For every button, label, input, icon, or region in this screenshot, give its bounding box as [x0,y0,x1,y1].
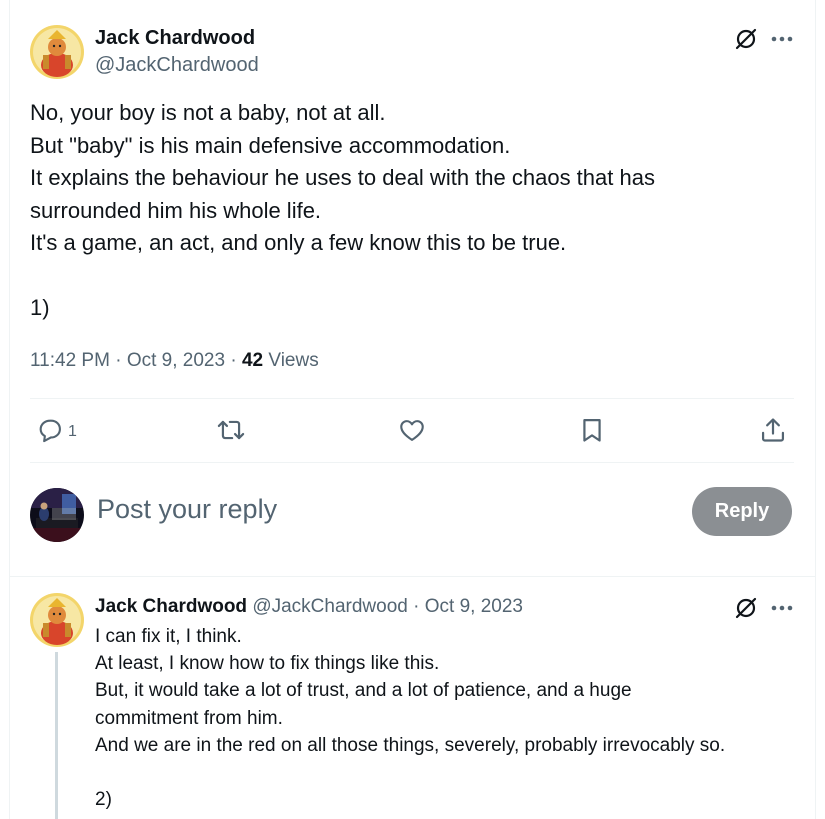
reply-text-line: I can fix it, I think. [95,626,242,647]
author-name[interactable]: Jack Chardwood [95,27,255,50]
bookmark-icon [578,416,606,449]
post-time[interactable]: 11:42 PM [30,350,110,371]
divider [30,398,794,399]
reply-button[interactable]: Reply [692,487,792,536]
more-options-icon[interactable] [767,26,797,52]
divider [30,462,794,463]
reply-text-line: At least, I know how to fix things like … [95,653,440,675]
bookmark-action[interactable] [578,412,606,452]
reply-text: I can fix it, I think. At least, I know … [95,623,725,813]
post-text-line: No, your boy is not a baby, not at all. [30,100,386,125]
post-text-line: surrounded him his whole life. [30,197,322,223]
post-text: No, your boy is not a baby, not at all. … [30,97,800,325]
grok-icon[interactable] [733,26,759,52]
reply-text-line: But, it would take a lot of trust, and a… [95,680,632,702]
thread-connector [55,652,58,819]
reply-count: 1 [68,423,77,440]
meta-separator: · [230,350,237,371]
like-icon [398,416,426,449]
reply-author-handle[interactable]: @JackChardwood [252,596,408,617]
views-label: Views [268,350,319,371]
post-date[interactable]: Oct 9, 2023 [127,350,225,371]
grok-icon[interactable] [733,595,759,621]
section-divider [9,576,816,577]
post-text-line: It's a game, an act, and only a few know… [30,230,567,255]
reply-text-line: commitment from him. [95,707,283,729]
reply-text-line: 2) [95,789,112,811]
post-text-line: 1) [30,295,50,320]
like-action[interactable] [398,412,426,452]
reply-icon [36,416,64,449]
reply-input[interactable]: Post your reply [97,494,277,525]
reply-action[interactable]: 1 [36,412,77,452]
post-text-line: It explains the behaviour he uses to dea… [30,165,655,190]
share-icon [759,416,787,449]
reply-date[interactable]: Oct 9, 2023 [425,596,523,617]
reply-text-line: And we are in the red on all those thing… [95,734,726,756]
reply-header: Jack Chardwood @JackChardwood · Oct 9, 2… [95,596,523,618]
meta-separator: · [115,350,122,371]
current-user-avatar[interactable] [30,488,84,542]
more-options-icon[interactable] [767,595,797,621]
repost-action[interactable] [216,412,246,452]
post-text-line [30,260,800,293]
reply-text-line [95,759,725,786]
author-handle[interactable]: @JackChardwood [95,54,259,77]
reply-author-name[interactable]: Jack Chardwood [95,596,247,617]
repost-icon [216,416,246,449]
reply-author-avatar[interactable] [30,593,84,647]
action-bar: 1 [30,412,794,452]
author-avatar[interactable] [30,25,84,79]
post-meta: 11:42 PM · Oct 9, 2023 · 42 Views [30,350,319,372]
share-action[interactable] [759,412,787,452]
meta-separator: · [413,596,420,617]
post-text-line: But "baby" is his main defensive accommo… [30,132,511,158]
views-count: 42 [241,350,264,371]
